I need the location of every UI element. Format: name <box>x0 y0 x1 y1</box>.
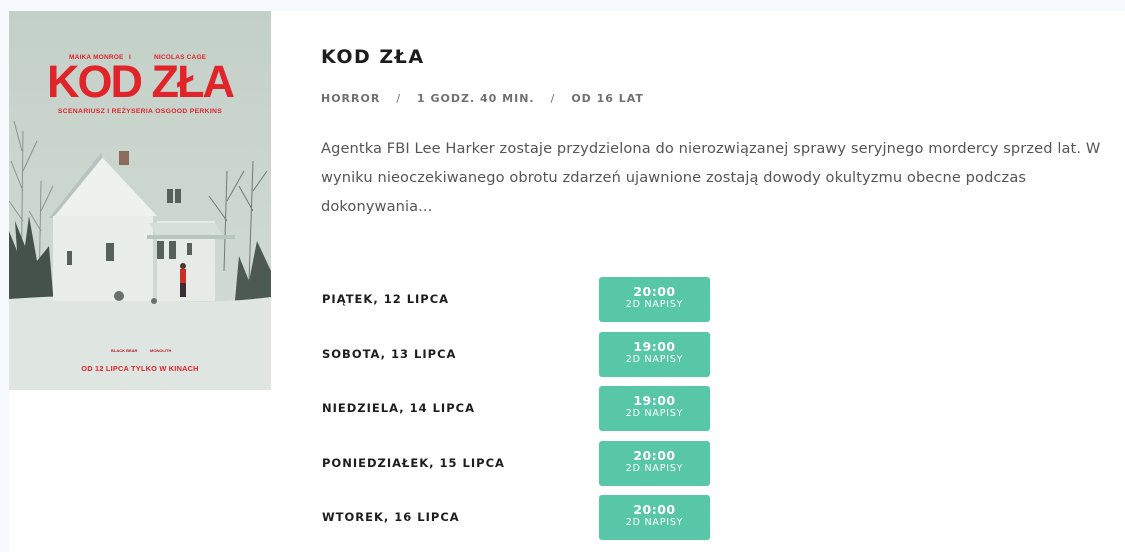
movie-description: Agentka FBI Lee Harker zostaje przydziel… <box>321 140 1101 215</box>
showtime-format: 2D NAPISY <box>625 408 684 419</box>
meta-separator: / <box>396 92 402 105</box>
poster-logo-2: MONOLITH <box>150 348 172 353</box>
showtime-button[interactable]: 20:00 2D NAPISY <box>599 277 710 322</box>
poster-credit: SCENARIUSZ I REŻYSERIA OSGOOD PERKINS <box>57 108 223 115</box>
showtime-row: WTOREK, 16 LIPCA 20:00 2D NAPISY <box>321 495 741 541</box>
showtime-button[interactable]: 20:00 2D NAPISY <box>599 441 710 486</box>
showtime-row: NIEDZIELA, 14 LIPCA 19:00 2D NAPISY <box>321 386 741 432</box>
poster-release: OD 12 LIPCA TYLKO W KINACH <box>81 364 199 373</box>
showtime-day: WTOREK, 16 LIPCA <box>322 510 460 524</box>
movie-duration: 1 GODZ. 40 MIN. <box>417 92 535 105</box>
movie-age-rating: OD 16 LAT <box>571 92 644 105</box>
showtime-row: PONIEDZIAŁEK, 15 LIPCA 20:00 2D NAPISY <box>321 441 741 487</box>
showtime-time: 20:00 <box>633 284 676 299</box>
showtime-time: 19:00 <box>633 339 676 354</box>
showtime-button[interactable]: 19:00 2D NAPISY <box>599 386 710 431</box>
movie-genre: HORROR <box>321 92 381 105</box>
showtime-time: 19:00 <box>633 393 676 408</box>
showtime-row: SOBOTA, 13 LIPCA 19:00 2D NAPISY <box>321 332 741 378</box>
movie-card: MAIKA MONROE I NICOLAS CAGE KOD ZŁA SCEN… <box>9 11 1125 552</box>
movie-meta: HORROR / 1 GODZ. 40 MIN. / OD 16 LAT <box>321 92 644 105</box>
showtime-format: 2D NAPISY <box>625 517 684 528</box>
showtime-button[interactable]: 19:00 2D NAPISY <box>599 332 710 377</box>
showtime-day: SOBOTA, 13 LIPCA <box>322 347 457 361</box>
showtime-day: PONIEDZIAŁEK, 15 LIPCA <box>322 456 505 470</box>
showtime-day: PIĄTEK, 12 LIPCA <box>322 292 450 306</box>
showtime-format: 2D NAPISY <box>625 463 684 474</box>
poster-title: KOD ZŁA <box>47 56 235 107</box>
showtime-format: 2D NAPISY <box>625 299 684 310</box>
showtime-format: 2D NAPISY <box>625 354 684 365</box>
showtime-time: 20:00 <box>633 502 676 517</box>
showtime-day: NIEDZIELA, 14 LIPCA <box>322 401 475 415</box>
movie-poster[interactable]: MAIKA MONROE I NICOLAS CAGE KOD ZŁA SCEN… <box>9 11 271 390</box>
showtime-row: PIĄTEK, 12 LIPCA 20:00 2D NAPISY <box>321 277 741 323</box>
poster-logo-1: BLACK BEAR <box>111 348 138 353</box>
showtime-button[interactable]: 20:00 2D NAPISY <box>599 495 710 540</box>
movie-title[interactable]: KOD ZŁA <box>321 46 425 68</box>
showtime-time: 20:00 <box>633 448 676 463</box>
meta-separator: / <box>550 92 556 105</box>
